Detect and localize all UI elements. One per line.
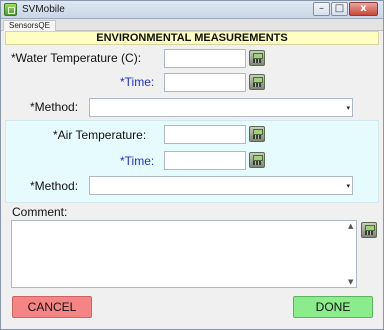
water-temperature-input[interactable] — [164, 49, 246, 68]
tab-bar: SensorsQE — [1, 19, 383, 31]
air-time-label: *Time: — [120, 154, 155, 168]
water-time-label: *Time: — [120, 75, 155, 89]
app-window: SVMobile – □ x SensorsQE ENVIRONMENTAL M… — [0, 0, 384, 330]
water-method-label: *Method: — [30, 100, 79, 114]
chevron-down-icon: ▾ — [346, 182, 350, 190]
water-time-input[interactable] — [164, 73, 246, 92]
chevron-down-icon: ▾ — [346, 104, 350, 112]
comment-label: Comment: — [12, 205, 68, 219]
maximize-button[interactable]: □ — [331, 2, 348, 16]
air-temperature-label: *Air Temperature: — [53, 128, 147, 142]
calculator-icon[interactable] — [249, 50, 265, 66]
clock-picker-icon[interactable] — [249, 152, 265, 168]
cancel-button[interactable]: CANCEL — [12, 296, 92, 318]
comment-textarea[interactable]: ▲ ▼ — [11, 220, 357, 288]
comment-scrollbar[interactable]: ▲ ▼ — [347, 222, 355, 286]
water-temperature-label: *Water Temperature (C): — [11, 51, 142, 65]
keypad-icon[interactable] — [361, 222, 377, 238]
window-title: SVMobile — [22, 4, 65, 15]
title-bar[interactable]: SVMobile – □ x — [1, 1, 383, 19]
tab-sensorsqe[interactable]: SensorsQE — [3, 20, 56, 31]
scroll-down-arrow-icon[interactable]: ▼ — [348, 278, 353, 286]
page-title: ENVIRONMENTAL MEASUREMENTS — [5, 31, 379, 45]
app-icon — [4, 3, 17, 16]
minimize-button[interactable]: – — [313, 2, 330, 16]
clock-picker-icon[interactable] — [249, 74, 265, 90]
air-temperature-input[interactable] — [164, 125, 246, 144]
calculator-icon[interactable] — [249, 126, 265, 142]
window-controls: – □ x — [313, 2, 378, 16]
water-method-select[interactable]: ▾ — [89, 98, 353, 117]
air-time-input[interactable] — [164, 151, 246, 170]
air-method-select[interactable]: ▾ — [89, 176, 353, 195]
scroll-up-arrow-icon[interactable]: ▲ — [348, 222, 353, 230]
air-method-label: *Method: — [30, 179, 79, 193]
done-button[interactable]: DONE — [293, 296, 373, 318]
close-button[interactable]: x — [349, 2, 378, 16]
